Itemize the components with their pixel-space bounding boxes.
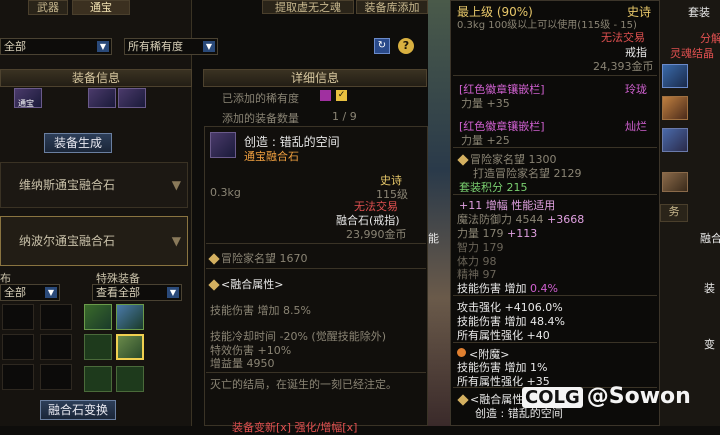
side-panel: 套装 分解0 灵魂结晶 务 融合 装 变 [660,0,720,426]
side-label-change: 变 [704,338,715,351]
help-icon[interactable]: ? [398,38,414,54]
tooltip-price: 24,393金币 [593,60,654,73]
chevron-down-icon: ▼ [167,287,179,298]
fusion-attr-header: <融合属性> [208,276,283,292]
rarity-select[interactable]: 所有稀有度 ▼ [124,38,218,55]
divider [453,75,657,76]
enchant-icon [457,348,466,357]
fame-row: 冒险家名望 1670 [208,250,308,266]
equipment-info-header: 装备信息 [0,69,192,87]
item-tooltip: 最上级 (90%) 史诗 0.3kg 100级以上可以使用(115级 - 15)… [450,0,660,426]
item-icon[interactable] [662,128,688,152]
tongbao-icon[interactable] [84,334,112,360]
side-label-fusion: 融合 [700,232,720,245]
item-icon [210,132,236,158]
item-subname: 通宝融合石 [244,150,299,163]
divider [453,342,657,343]
cut-text: 装备变新[x] 强化/增幅[x] [232,421,358,434]
bottom-select-left[interactable]: 全部 ▼ [0,284,60,301]
chevron-down-icon: ▼ [45,287,57,298]
side-label-equip: 装 [704,282,715,295]
empty-slot[interactable] [40,364,72,390]
tongbao-icon[interactable] [118,88,146,108]
divider [206,243,426,244]
scene-text: 能 [428,232,439,245]
tab-weapon[interactable]: 武器 [28,0,68,15]
item-icon[interactable] [662,172,688,192]
tooltip-set-points: 套装积分 215 [459,181,528,194]
chevron-down-icon: ▼ [171,178,181,192]
tongbao-icon[interactable] [88,88,116,108]
attr-1: 技能伤害 增加 8.5% [210,304,311,317]
colg-logo: COLG [522,387,583,408]
side-label-decompose: 分解0 [700,32,720,45]
empty-slot[interactable] [2,364,34,390]
badge-slot-1-grade: 玲珑 [625,83,647,96]
item-weight: 0.3kg [210,186,241,199]
empty-slot[interactable] [2,334,34,360]
tongbao-icon[interactable] [84,366,112,392]
badge-slot-1-stat: 力量 +35 [461,97,510,110]
tongbao-icon[interactable] [84,304,112,330]
item-icon[interactable] [662,64,688,88]
side-label-soul: 灵魂结晶 [670,47,714,60]
empty-slot[interactable] [40,304,72,330]
watermark: COLG @Sowon [522,384,691,409]
game-scene [428,0,450,426]
fame-icon [457,154,469,166]
fame-icon [208,253,220,265]
tongbao-icon[interactable] [116,366,144,392]
empty-slot[interactable] [40,334,72,360]
divider [206,268,426,269]
tongbao-label: 通宝 [18,99,34,108]
item-price: 23,990金币 [346,228,407,241]
badge-slot-2-stat: 力量 +25 [461,134,510,147]
bottom-select-right[interactable]: 查看全部 ▼ [92,284,182,301]
tooltip-allstat: 所有属性强化 +40 [457,329,550,342]
count-label: 添加的装备数量 [222,112,299,125]
tab-tongbao[interactable]: 通宝 [72,0,130,15]
diamond-icon [208,279,220,291]
category-select[interactable]: 全部 ▼ [0,38,112,55]
rarity-box-epic[interactable] [320,90,331,101]
divider [206,372,426,373]
refresh-icon[interactable]: ↻ [374,38,390,54]
tab-task[interactable]: 务 [660,204,688,222]
detail-info-header: 详细信息 [203,69,427,87]
tooltip-skill-dmg: 技能伤害 增加 0.4% [457,282,558,295]
tongbao-icon[interactable] [116,304,144,330]
side-label-set: 套装 [688,6,710,19]
count-value: 1 / 9 [332,110,357,123]
divider [453,147,657,148]
chevron-down-icon: ▼ [97,41,109,52]
selected-tongbao-icon[interactable] [116,334,144,360]
fusion-item-napol[interactable]: 纳波尔通宝融合石 ▼ [0,216,188,266]
chevron-down-icon: ▼ [171,234,181,248]
add-to-library-button[interactable]: 装备库添加 [356,0,428,14]
item-icon[interactable] [662,96,688,120]
flavor-text: 灭亡的结局，在诞生的一刻已经注定。 [210,378,397,391]
chevron-down-icon: ▼ [203,41,215,52]
empty-slot[interactable] [2,304,34,330]
fusion-item-venus[interactable]: 维纳斯通宝融合石 ▼ [0,162,188,208]
divider [453,295,657,296]
equipment-panel: 武器 通宝 全部 ▼ 所有稀有度 ▼ 装备信息 通宝 装备生成 维纳斯通宝融合石 ▼ … [0,0,218,426]
extract-soul-button[interactable]: 提取虚无之魂 [262,0,354,14]
divider [453,194,657,195]
attr-4: 增益量 4950 [210,357,275,370]
rarity-label: 已添加的稀有度 [222,92,299,105]
badge-slot-2-grade: 灿烂 [625,120,647,133]
tooltip-trade: 无法交易 [601,31,645,44]
generate-equipment-button[interactable]: 装备生成 [44,133,112,153]
diamond-icon [457,394,469,406]
convert-fusion-stone-button[interactable]: 融合石变换 [40,400,116,420]
checkbox-icon[interactable]: ✓ [336,90,347,101]
